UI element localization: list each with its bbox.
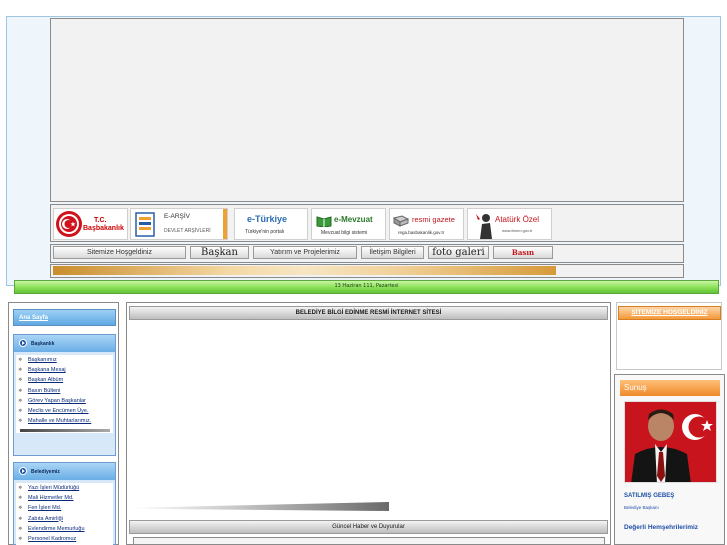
nav-contact-button[interactable]: İletişim Bilgileri bbox=[361, 246, 424, 259]
logo-line1: e-Türkiye bbox=[247, 214, 288, 224]
news-box bbox=[133, 537, 605, 545]
menu-item[interactable]: Başkan Albüm bbox=[16, 375, 113, 385]
menu-item[interactable]: Fen İşleri Md. bbox=[16, 503, 113, 513]
menu-item[interactable]: Yazı İşleri Müdürlüğü bbox=[16, 483, 113, 493]
logo-line2: Mevzuat bilgi sistemi bbox=[321, 230, 368, 236]
mayor-name: SATILMIŞ GEBEŞ bbox=[624, 493, 675, 499]
logo-line1: e-Mevzuat bbox=[334, 215, 373, 224]
menu-item[interactable]: Evlendirme Memurluğu bbox=[16, 524, 113, 534]
menu-list: Yazı İşleri Müdürlüğü Mali Hizmetler Md.… bbox=[16, 483, 113, 545]
menu-header: Belediyemiz bbox=[14, 463, 115, 480]
baskanlik-menu: Başkanlık Başkanımız Başkana Mesaj Başka… bbox=[13, 334, 116, 456]
e-arsiv-link[interactable]: E-ARŞİV DEVLET ARŞİVLERİ bbox=[130, 208, 228, 240]
mayor-portrait-image bbox=[625, 402, 716, 482]
menu-item[interactable]: Meclis ve Encümen Üye. bbox=[16, 406, 113, 416]
page-title: BELEDİYE BİLGİ EDİNME RESMİ İNTERNET SİT… bbox=[129, 306, 608, 320]
flash-banner-area bbox=[50, 18, 684, 202]
logo-line2: www.tbmm.gov.tr bbox=[502, 228, 533, 233]
decorative-gold-bar bbox=[53, 266, 556, 275]
divider-swoosh bbox=[20, 429, 110, 432]
logo-line2: Başbakanlık bbox=[83, 225, 124, 232]
accent-bar bbox=[223, 209, 227, 239]
menu-list: Başkanımız Başkana Mesaj Başkan Albüm Ba… bbox=[16, 355, 113, 433]
green-book-icon bbox=[316, 216, 332, 227]
logo-line2: DEVLET ARŞİVLERİ bbox=[164, 228, 211, 234]
newspaper-icon bbox=[393, 215, 409, 227]
menu-title: Başkanlık bbox=[31, 341, 55, 347]
arrow-bullet-icon bbox=[19, 467, 27, 475]
logo-line1: Atatürk Özel bbox=[495, 215, 540, 224]
nav-president-button[interactable]: Başkan bbox=[190, 246, 249, 259]
belediyemiz-menu: Belediyemiz Yazı İşleri Müdürlüğü Mali H… bbox=[13, 462, 116, 545]
page: T.C. Başbakanlık E-ARŞİV DEVLET ARŞİVLER… bbox=[0, 0, 727, 545]
menu-item[interactable]: Basın Bülteni bbox=[16, 386, 113, 396]
news-header: Güncel Haber ve Duyurular bbox=[129, 520, 608, 534]
logo-line1: T.C. bbox=[94, 217, 107, 224]
home-link[interactable]: Ana Sayfa bbox=[13, 309, 116, 326]
menu-item[interactable]: Başkanımız bbox=[16, 355, 113, 365]
archive-book-icon bbox=[135, 212, 155, 237]
ataturk-ozel-link[interactable]: Atatürk Özel www.tbmm.gov.tr bbox=[467, 208, 552, 240]
menu-item[interactable]: Personel Kadromuz bbox=[16, 534, 113, 544]
menu-item[interactable]: Mahalle ve Muhtarlarımız. bbox=[16, 416, 113, 426]
menu-title: Belediyemiz bbox=[31, 469, 60, 475]
nav-press-button[interactable]: Basın bbox=[493, 246, 553, 259]
basbakanlik-link[interactable]: T.C. Başbakanlık bbox=[53, 208, 128, 240]
crescent-star-seal-icon bbox=[56, 211, 82, 237]
menu-item[interactable]: Başkana Mesaj bbox=[16, 365, 113, 375]
logo-line1: E-ARŞİV bbox=[164, 213, 191, 220]
mayor-photo[interactable] bbox=[624, 401, 717, 483]
menu-item[interactable]: Mali Hizmetler Md. bbox=[16, 493, 113, 503]
e-mevzuat-link[interactable]: e-Mevzuat Mevzuat bilgi sistemi bbox=[311, 208, 386, 240]
resmi-gazete-link[interactable]: resmi gazete rega.basbakanlik.gov.tr bbox=[389, 208, 464, 240]
date-text: 13 Haziran 111, Pazartesi bbox=[334, 283, 399, 289]
logo-line2: Türkiye'nin portalı bbox=[245, 229, 285, 235]
welcome-tab[interactable]: SİTEMİZE HOŞGELDİNİZ bbox=[618, 306, 721, 320]
arrow-bullet-icon bbox=[19, 339, 27, 347]
e-turkiye-link[interactable]: e-Türkiye Türkiye'nin portalı bbox=[234, 208, 308, 240]
logo-line1: resmi gazete bbox=[412, 215, 455, 224]
citizens-message-heading: Değerli Hemşehrilerimiz bbox=[624, 524, 699, 531]
nav-welcome-button[interactable]: Sitemize Hoşgeldiniz bbox=[53, 246, 186, 259]
nav-gallery-button[interactable]: foto galeri bbox=[428, 246, 489, 259]
menu-item[interactable]: Görev Yapan Başkanlar bbox=[16, 396, 113, 406]
menu-item[interactable]: Zabıta Amirliği bbox=[16, 514, 113, 524]
sunus-header: Sunuş bbox=[620, 380, 720, 396]
menu-header: Başkanlık bbox=[14, 335, 115, 352]
logo-line2: rega.basbakanlik.gov.tr bbox=[398, 230, 445, 235]
mayor-title: Belediye Başkanı bbox=[624, 505, 659, 510]
nav-projects-button[interactable]: Yatırım ve Projelerimiz bbox=[253, 246, 357, 259]
ataturk-silhouette-icon bbox=[476, 214, 492, 239]
